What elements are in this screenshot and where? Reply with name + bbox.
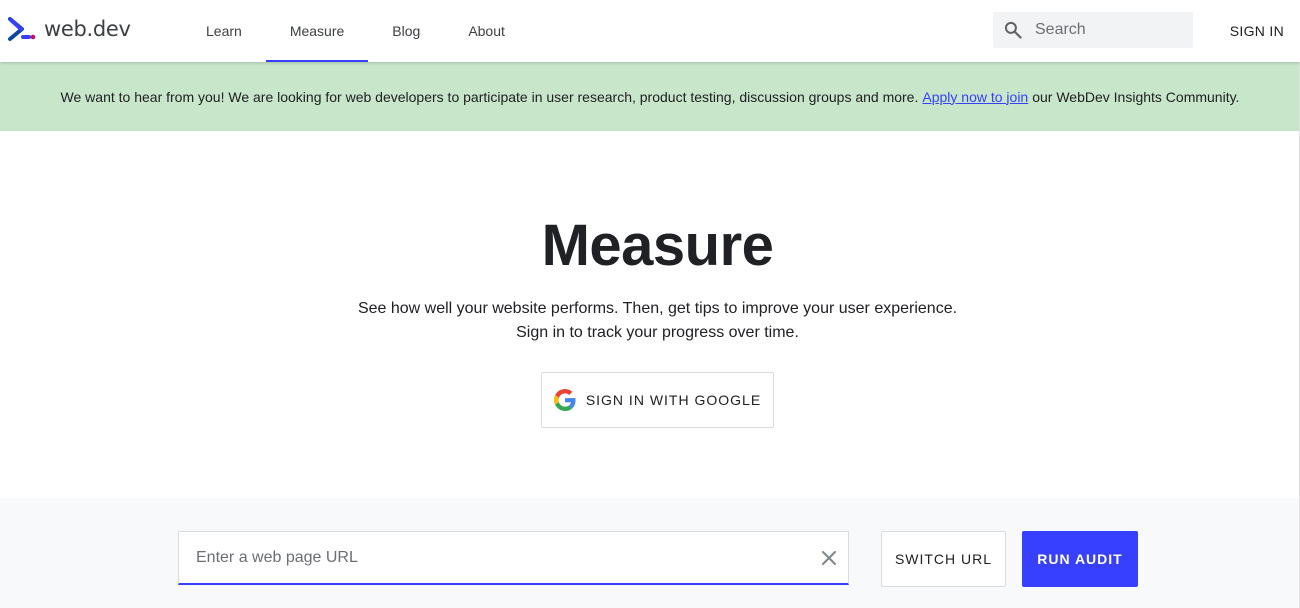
close-icon[interactable] [820, 549, 838, 567]
research-banner: We want to hear from you! We are looking… [0, 62, 1300, 131]
url-field[interactable] [178, 531, 849, 585]
apply-now-link[interactable]: Apply now to join [922, 89, 1028, 105]
run-audit-button[interactable]: RUN AUDIT [1022, 531, 1138, 587]
nav-item-label: Measure [289, 23, 345, 39]
nav-item-label: Learn [206, 23, 242, 39]
nav-item-learn[interactable]: Learn [182, 0, 266, 62]
nav-item-about[interactable]: About [444, 0, 529, 62]
sign-in-button[interactable]: SIGN IN [1230, 0, 1284, 62]
page-subtitle: See how well your website performs. Then… [0, 297, 1300, 345]
search-icon [1004, 21, 1022, 39]
subtitle-line-2: Sign in to track your progress over time… [516, 324, 799, 341]
banner-text-end: our WebDev Insights Community. [1032, 88, 1240, 105]
switch-url-button[interactable]: SWITCH URL [881, 531, 1006, 587]
logo-text: web.dev [44, 17, 131, 41]
nav-item-blog[interactable]: Blog [368, 0, 444, 62]
nav-item-measure[interactable]: Measure [265, 0, 369, 62]
top-app-bar: web.dev Learn Measure Blog About SIGN IN [0, 0, 1300, 62]
audit-panel: SWITCH URL RUN AUDIT [0, 498, 1300, 608]
search-input[interactable] [1033, 20, 1183, 40]
sign-in-label: SIGN IN [1229, 23, 1284, 39]
primary-nav: Learn Measure Blog About [182, 0, 529, 62]
nav-item-label: About [468, 23, 505, 39]
sign-in-with-google-button[interactable]: SIGN IN WITH GOOGLE [541, 372, 774, 428]
web-dev-chevron-icon [8, 17, 36, 41]
url-input[interactable] [194, 547, 794, 568]
subtitle-line-1: See how well your website performs. Then… [357, 300, 958, 317]
search-box[interactable] [993, 12, 1193, 48]
google-g-icon [553, 389, 576, 411]
nav-item-label: Blog [392, 23, 421, 39]
banner-text: We want to hear from you! We are looking… [60, 88, 919, 105]
web-dev-logo[interactable]: web.dev [8, 14, 131, 44]
page-title: Measure [541, 213, 774, 278]
run-audit-label: RUN AUDIT [1037, 551, 1123, 567]
google-button-label: SIGN IN WITH GOOGLE [585, 392, 762, 408]
switch-url-label: SWITCH URL [894, 551, 993, 567]
